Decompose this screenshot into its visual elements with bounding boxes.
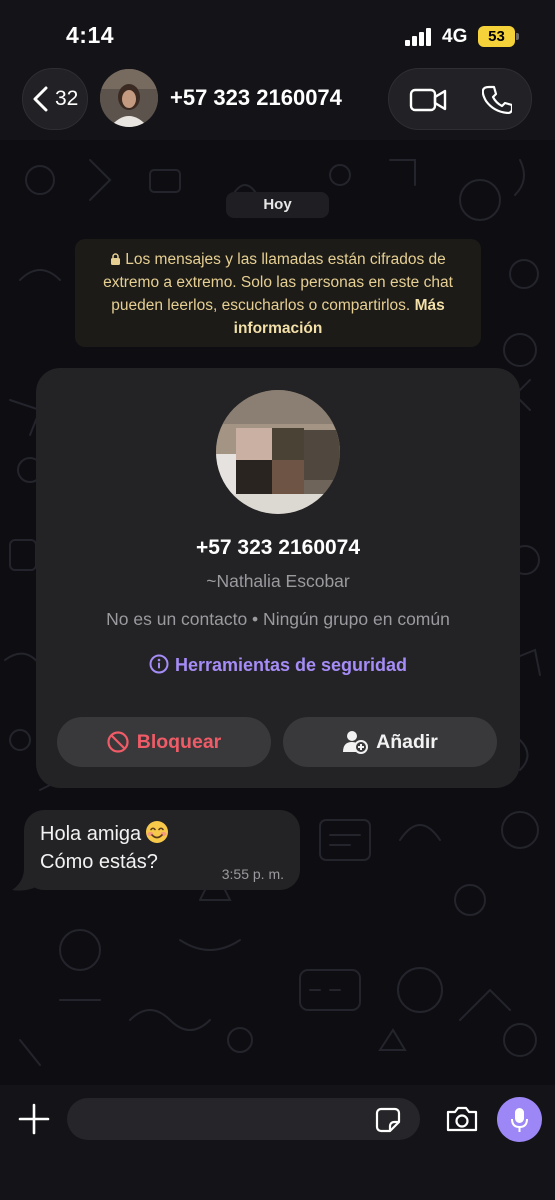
signal-icon	[405, 28, 433, 46]
block-icon	[107, 731, 129, 753]
voice-message-button[interactable]	[497, 1097, 542, 1142]
status-bar: 4:14 4G 53	[0, 0, 555, 64]
block-label: Bloquear	[136, 730, 222, 753]
add-contact-button[interactable]: Añadir	[283, 717, 497, 767]
message-line-2: Cómo estás?	[40, 851, 158, 873]
microphone-icon	[511, 1108, 528, 1132]
encryption-text: Los mensajes y las llamadas están cifrad…	[103, 251, 453, 314]
status-time: 4:14	[66, 22, 115, 48]
plus-icon[interactable]	[18, 1103, 50, 1135]
message-timestamp: 3:55 p. m.	[221, 866, 284, 882]
lock-icon	[111, 253, 121, 265]
chat-header: 32 +57 323 2160074	[0, 64, 555, 140]
chevron-left-icon	[33, 86, 48, 112]
card-push-name: ~Nathalia Escobar	[206, 571, 350, 591]
message-bubble[interactable]: Hola amiga Cómo estás? 3:55 p. m.	[24, 810, 300, 890]
back-button[interactable]: 32	[22, 68, 88, 130]
avatar-photo-pixelated	[216, 390, 340, 514]
sticker-icon[interactable]	[375, 1107, 401, 1133]
video-call-icon[interactable]	[409, 86, 447, 114]
message-input[interactable]	[67, 1098, 420, 1140]
network-type: 4G	[442, 26, 468, 47]
contact-avatar[interactable]	[100, 69, 158, 127]
contact-title[interactable]: +57 323 2160074	[170, 85, 342, 111]
card-contact-status: No es un contacto • Ningún grupo en comú…	[106, 609, 450, 629]
encryption-notice[interactable]: Los mensajes y las llamadas están cifrad…	[75, 239, 481, 347]
contact-info-card: +57 323 2160074 ~Nathalia Escobar No es …	[36, 368, 520, 788]
smiling-face-emoji-icon	[146, 821, 169, 843]
info-icon	[149, 654, 169, 674]
security-tools-link[interactable]: Herramientas de seguridad	[36, 654, 520, 676]
card-phone-number: +57 323 2160074	[195, 536, 361, 559]
block-button[interactable]: Bloquear	[57, 717, 271, 767]
add-person-icon	[343, 731, 369, 754]
security-tools-label: Herramientas de seguridad	[174, 655, 408, 675]
message-line-1: Hola amiga	[40, 820, 169, 846]
battery-icon: 53	[478, 26, 519, 47]
phone-call-icon[interactable]	[482, 84, 512, 114]
message-composer	[0, 1085, 555, 1200]
avatar-photo	[100, 69, 158, 127]
add-label: Añadir	[376, 730, 438, 753]
call-actions	[388, 68, 532, 130]
camera-icon[interactable]	[445, 1105, 479, 1133]
unread-count: 32	[55, 87, 79, 110]
contact-avatar-large[interactable]	[216, 390, 340, 514]
date-chip: Hoy	[226, 192, 329, 218]
